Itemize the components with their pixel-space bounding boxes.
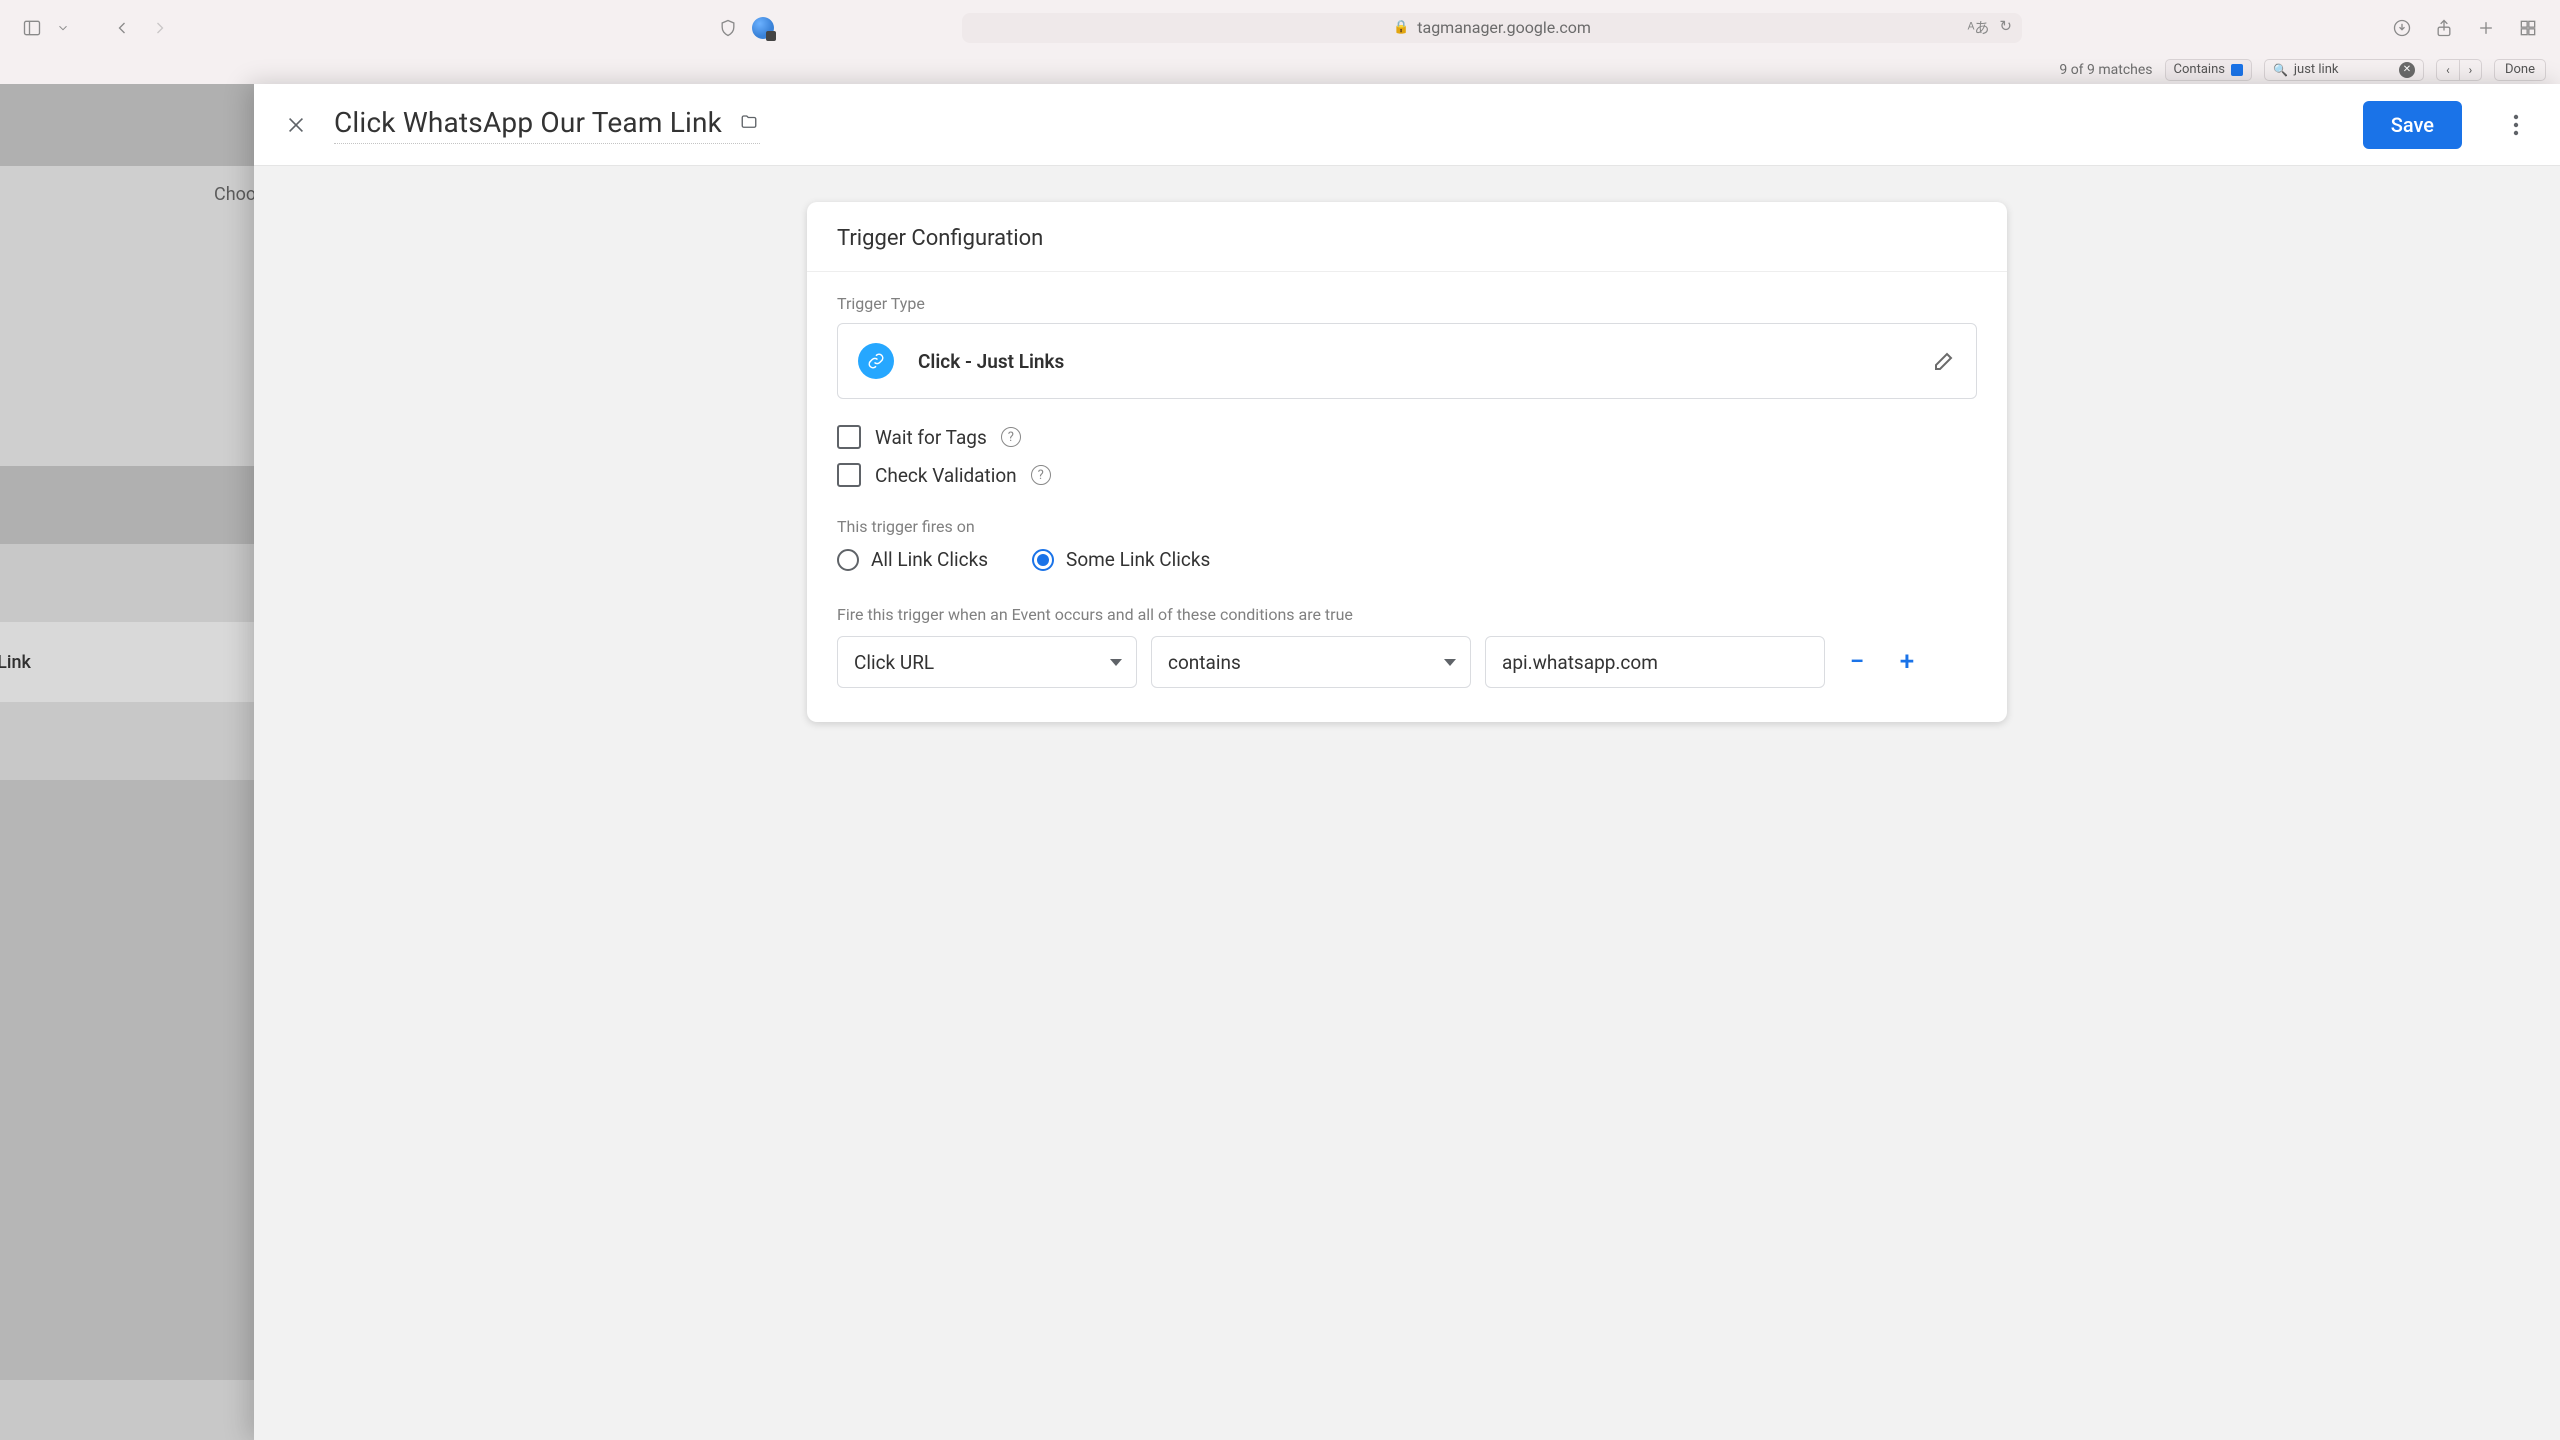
check-validation-checkbox[interactable]: Check Validation ?	[837, 463, 1977, 487]
condition-variable-select[interactable]: Click URL	[837, 636, 1137, 688]
nav-forward-icon	[146, 14, 174, 42]
find-query-text: just link	[2294, 62, 2339, 77]
find-prev-button[interactable]: ‹	[2437, 60, 2459, 80]
nav-back-icon[interactable]	[108, 14, 136, 42]
dropdown-arrow-icon	[1110, 659, 1122, 666]
checkbox-icon	[837, 425, 861, 449]
find-mode-label: Contains	[2174, 62, 2225, 77]
background-page: Choo pp Our Team Link	[0, 84, 254, 1440]
find-mode-select[interactable]: Contains	[2165, 59, 2252, 81]
checkbox-icon	[837, 463, 861, 487]
folder-icon[interactable]	[738, 113, 760, 131]
share-icon[interactable]	[2430, 14, 2458, 42]
reload-icon[interactable]: ↻	[1999, 17, 2012, 38]
find-bar: 9 of 9 matches Contains 🔍 just link ✕ ‹ …	[0, 55, 2560, 85]
save-button[interactable]: Save	[2363, 101, 2462, 149]
find-next-button[interactable]: ›	[2459, 60, 2481, 80]
bg-hint-fragment: Choo	[214, 184, 256, 205]
lock-icon: 🔒	[1393, 20, 1409, 35]
browser-toolbar: 🔒 tagmanager.google.com ᴬあ ↻	[0, 0, 2560, 55]
trigger-type-name: Click - Just Links	[918, 350, 1064, 373]
trigger-type-label: Trigger Type	[837, 294, 1977, 313]
bg-selected-row: pp Our Team Link	[0, 652, 31, 673]
condition-operator-value: contains	[1168, 651, 1241, 674]
check-validation-label: Check Validation	[875, 464, 1017, 487]
find-matches-count: 9 of 9 matches	[2059, 62, 2152, 78]
address-bar[interactable]: 🔒 tagmanager.google.com ᴬあ ↻	[962, 13, 2022, 43]
find-nav: ‹ ›	[2436, 59, 2482, 81]
trigger-config-card: Trigger Configuration Trigger Type Click…	[807, 202, 2007, 722]
dropdown-arrow-icon	[1444, 659, 1456, 666]
radio-icon	[1032, 549, 1054, 571]
condition-variable-value: Click URL	[854, 651, 934, 674]
radio-some-label: Some Link Clicks	[1066, 548, 1210, 571]
tab-overview-icon[interactable]	[2514, 14, 2542, 42]
sidebar-chevron-icon[interactable]	[56, 14, 70, 42]
find-done-button[interactable]: Done	[2494, 59, 2546, 81]
fires-on-label: This trigger fires on	[837, 517, 1977, 536]
find-search-input[interactable]: 🔍 just link ✕	[2264, 59, 2424, 81]
new-tab-icon[interactable]	[2472, 14, 2500, 42]
remove-condition-button[interactable]: −	[1839, 644, 1875, 680]
radio-all-link-clicks[interactable]: All Link Clicks	[837, 548, 988, 571]
privacy-shield-icon[interactable]	[714, 14, 742, 42]
condition-row: Click URL contains − +	[837, 636, 1977, 688]
wait-for-tags-checkbox[interactable]: Wait for Tags ?	[837, 425, 1977, 449]
edit-trigger-type-icon[interactable]	[1932, 349, 1956, 373]
trigger-editor-panel: Click WhatsApp Our Team Link Save Trigge…	[254, 84, 2560, 1440]
radio-some-link-clicks[interactable]: Some Link Clicks	[1032, 548, 1210, 571]
condition-operator-select[interactable]: contains	[1151, 636, 1471, 688]
help-icon[interactable]: ?	[1001, 427, 1021, 447]
condition-value-input[interactable]	[1485, 636, 1825, 688]
app-stage: Choo pp Our Team Link Click WhatsApp Our…	[0, 84, 2560, 1440]
conditions-label: Fire this trigger when an Event occurs a…	[837, 605, 1977, 624]
card-heading: Trigger Configuration	[807, 202, 2007, 272]
radio-all-label: All Link Clicks	[871, 548, 988, 571]
add-condition-button[interactable]: +	[1889, 644, 1925, 680]
downloads-icon[interactable]	[2388, 14, 2416, 42]
trigger-name-input[interactable]: Click WhatsApp Our Team Link	[334, 106, 722, 139]
panel-header: Click WhatsApp Our Team Link Save	[254, 84, 2560, 166]
find-mode-indicator-icon	[2231, 64, 2243, 76]
help-icon[interactable]: ?	[1031, 465, 1051, 485]
url-host: tagmanager.google.com	[1417, 18, 1591, 37]
find-clear-icon[interactable]: ✕	[2399, 62, 2415, 78]
search-icon: 🔍	[2273, 63, 2288, 77]
radio-icon	[837, 549, 859, 571]
close-panel-button[interactable]	[282, 111, 310, 139]
translate-icon[interactable]: ᴬあ	[1968, 17, 1990, 38]
extension-icon[interactable]	[752, 17, 774, 39]
wait-for-tags-label: Wait for Tags	[875, 426, 987, 449]
link-icon	[858, 343, 894, 379]
sidebar-toggle-icon[interactable]	[18, 14, 46, 42]
more-menu-button[interactable]	[2500, 113, 2532, 137]
trigger-type-box[interactable]: Click - Just Links	[837, 323, 1977, 399]
